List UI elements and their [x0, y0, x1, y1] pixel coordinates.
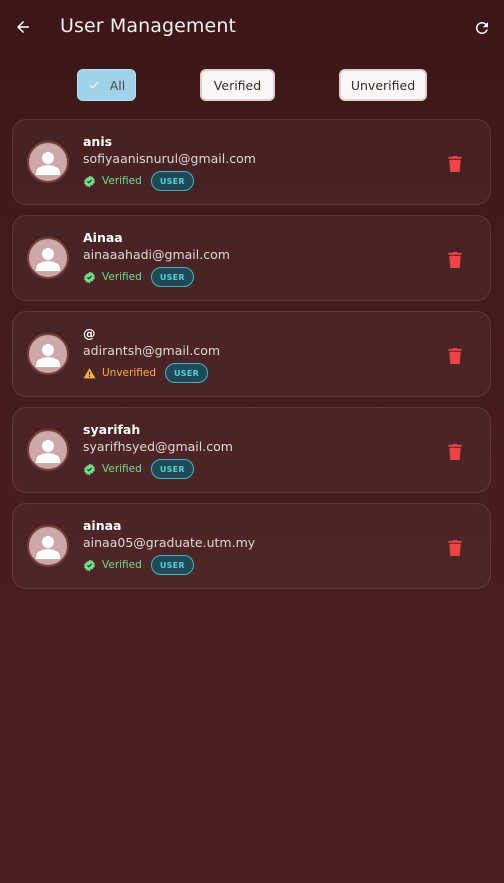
filter-unverified-label: Unverified — [350, 77, 416, 93]
person-icon — [36, 248, 60, 271]
user-name: anis — [83, 134, 113, 149]
back-button[interactable] — [8, 12, 38, 42]
person-icon — [36, 344, 60, 367]
avatar — [27, 429, 69, 471]
warning-icon — [83, 366, 97, 380]
role-badge: USER — [150, 555, 194, 575]
verified-icon — [83, 174, 97, 188]
status-row: Verified USER — [83, 171, 194, 191]
status-row: Verified USER — [83, 555, 194, 575]
filter-all-label: All — [109, 77, 126, 93]
role-badge: USER — [150, 459, 194, 479]
filter-all-chip[interactable]: All — [77, 69, 136, 101]
role-badge: USER — [150, 267, 194, 287]
delete-button[interactable] — [444, 248, 466, 270]
user-name: @ — [83, 326, 96, 341]
user-name: syarifah — [83, 422, 141, 437]
trash-icon — [448, 251, 462, 268]
user-email: ainaa05@graduate.utm.my — [83, 535, 256, 550]
user-email: syarifhsyed@gmail.com — [83, 439, 233, 454]
user-name: Ainaa — [83, 230, 123, 245]
delete-button[interactable] — [444, 536, 466, 558]
avatar — [27, 141, 69, 183]
filter-verified-label: Verified — [213, 77, 262, 93]
user-list: anis sofiyaanisnurul@gmail.com Verified … — [12, 119, 491, 599]
status-text: Verified — [102, 559, 142, 571]
user-card[interactable]: @ adirantsh@gmail.com Unverified USER — [12, 311, 491, 397]
status-text: Verified — [102, 463, 142, 475]
status-row: Unverified USER — [83, 363, 209, 383]
delete-button[interactable] — [444, 344, 466, 366]
verified-icon — [83, 558, 97, 572]
person-icon — [36, 152, 60, 175]
verified-icon — [83, 270, 97, 284]
filter-verified-chip[interactable]: Verified — [200, 69, 275, 101]
avatar — [27, 525, 69, 567]
role-badge: USER — [165, 363, 209, 383]
filter-chips: All Verified Unverified — [0, 69, 504, 102]
status-row: Verified USER — [83, 459, 194, 479]
trash-icon — [448, 155, 462, 172]
app-bar: User Management — [0, 0, 504, 56]
user-email: sofiyaanisnurul@gmail.com — [83, 151, 256, 166]
status-row: Verified USER — [83, 267, 194, 287]
user-card[interactable]: ainaa ainaa05@graduate.utm.my Verified U… — [12, 503, 491, 589]
person-icon — [36, 440, 60, 463]
refresh-icon — [476, 22, 488, 34]
verified-icon — [83, 462, 97, 476]
role-badge: USER — [150, 171, 194, 191]
page-title: User Management — [60, 15, 237, 37]
trash-icon — [448, 539, 462, 556]
user-name: ainaa — [83, 518, 122, 533]
trash-icon — [448, 347, 462, 364]
user-card[interactable]: Ainaa ainaaahadi@gmail.com Verified USER — [12, 215, 491, 301]
filter-unverified-chip[interactable]: Unverified — [339, 69, 427, 101]
trash-icon — [448, 443, 462, 460]
status-text: Verified — [102, 175, 142, 187]
check-icon — [89, 81, 99, 89]
user-email: ainaaahadi@gmail.com — [83, 247, 230, 262]
user-card[interactable]: syarifah syarifhsyed@gmail.com Verified … — [12, 407, 491, 493]
user-card[interactable]: anis sofiyaanisnurul@gmail.com Verified … — [12, 119, 491, 205]
status-text: Unverified — [102, 367, 156, 379]
arrow-left-icon — [17, 21, 29, 33]
status-text: Verified — [102, 271, 142, 283]
avatar — [27, 333, 69, 375]
delete-button[interactable] — [444, 440, 466, 462]
user-email: adirantsh@gmail.com — [83, 343, 221, 358]
person-icon — [36, 536, 60, 559]
delete-button[interactable] — [444, 152, 466, 174]
refresh-button[interactable] — [468, 13, 496, 43]
avatar — [27, 237, 69, 279]
